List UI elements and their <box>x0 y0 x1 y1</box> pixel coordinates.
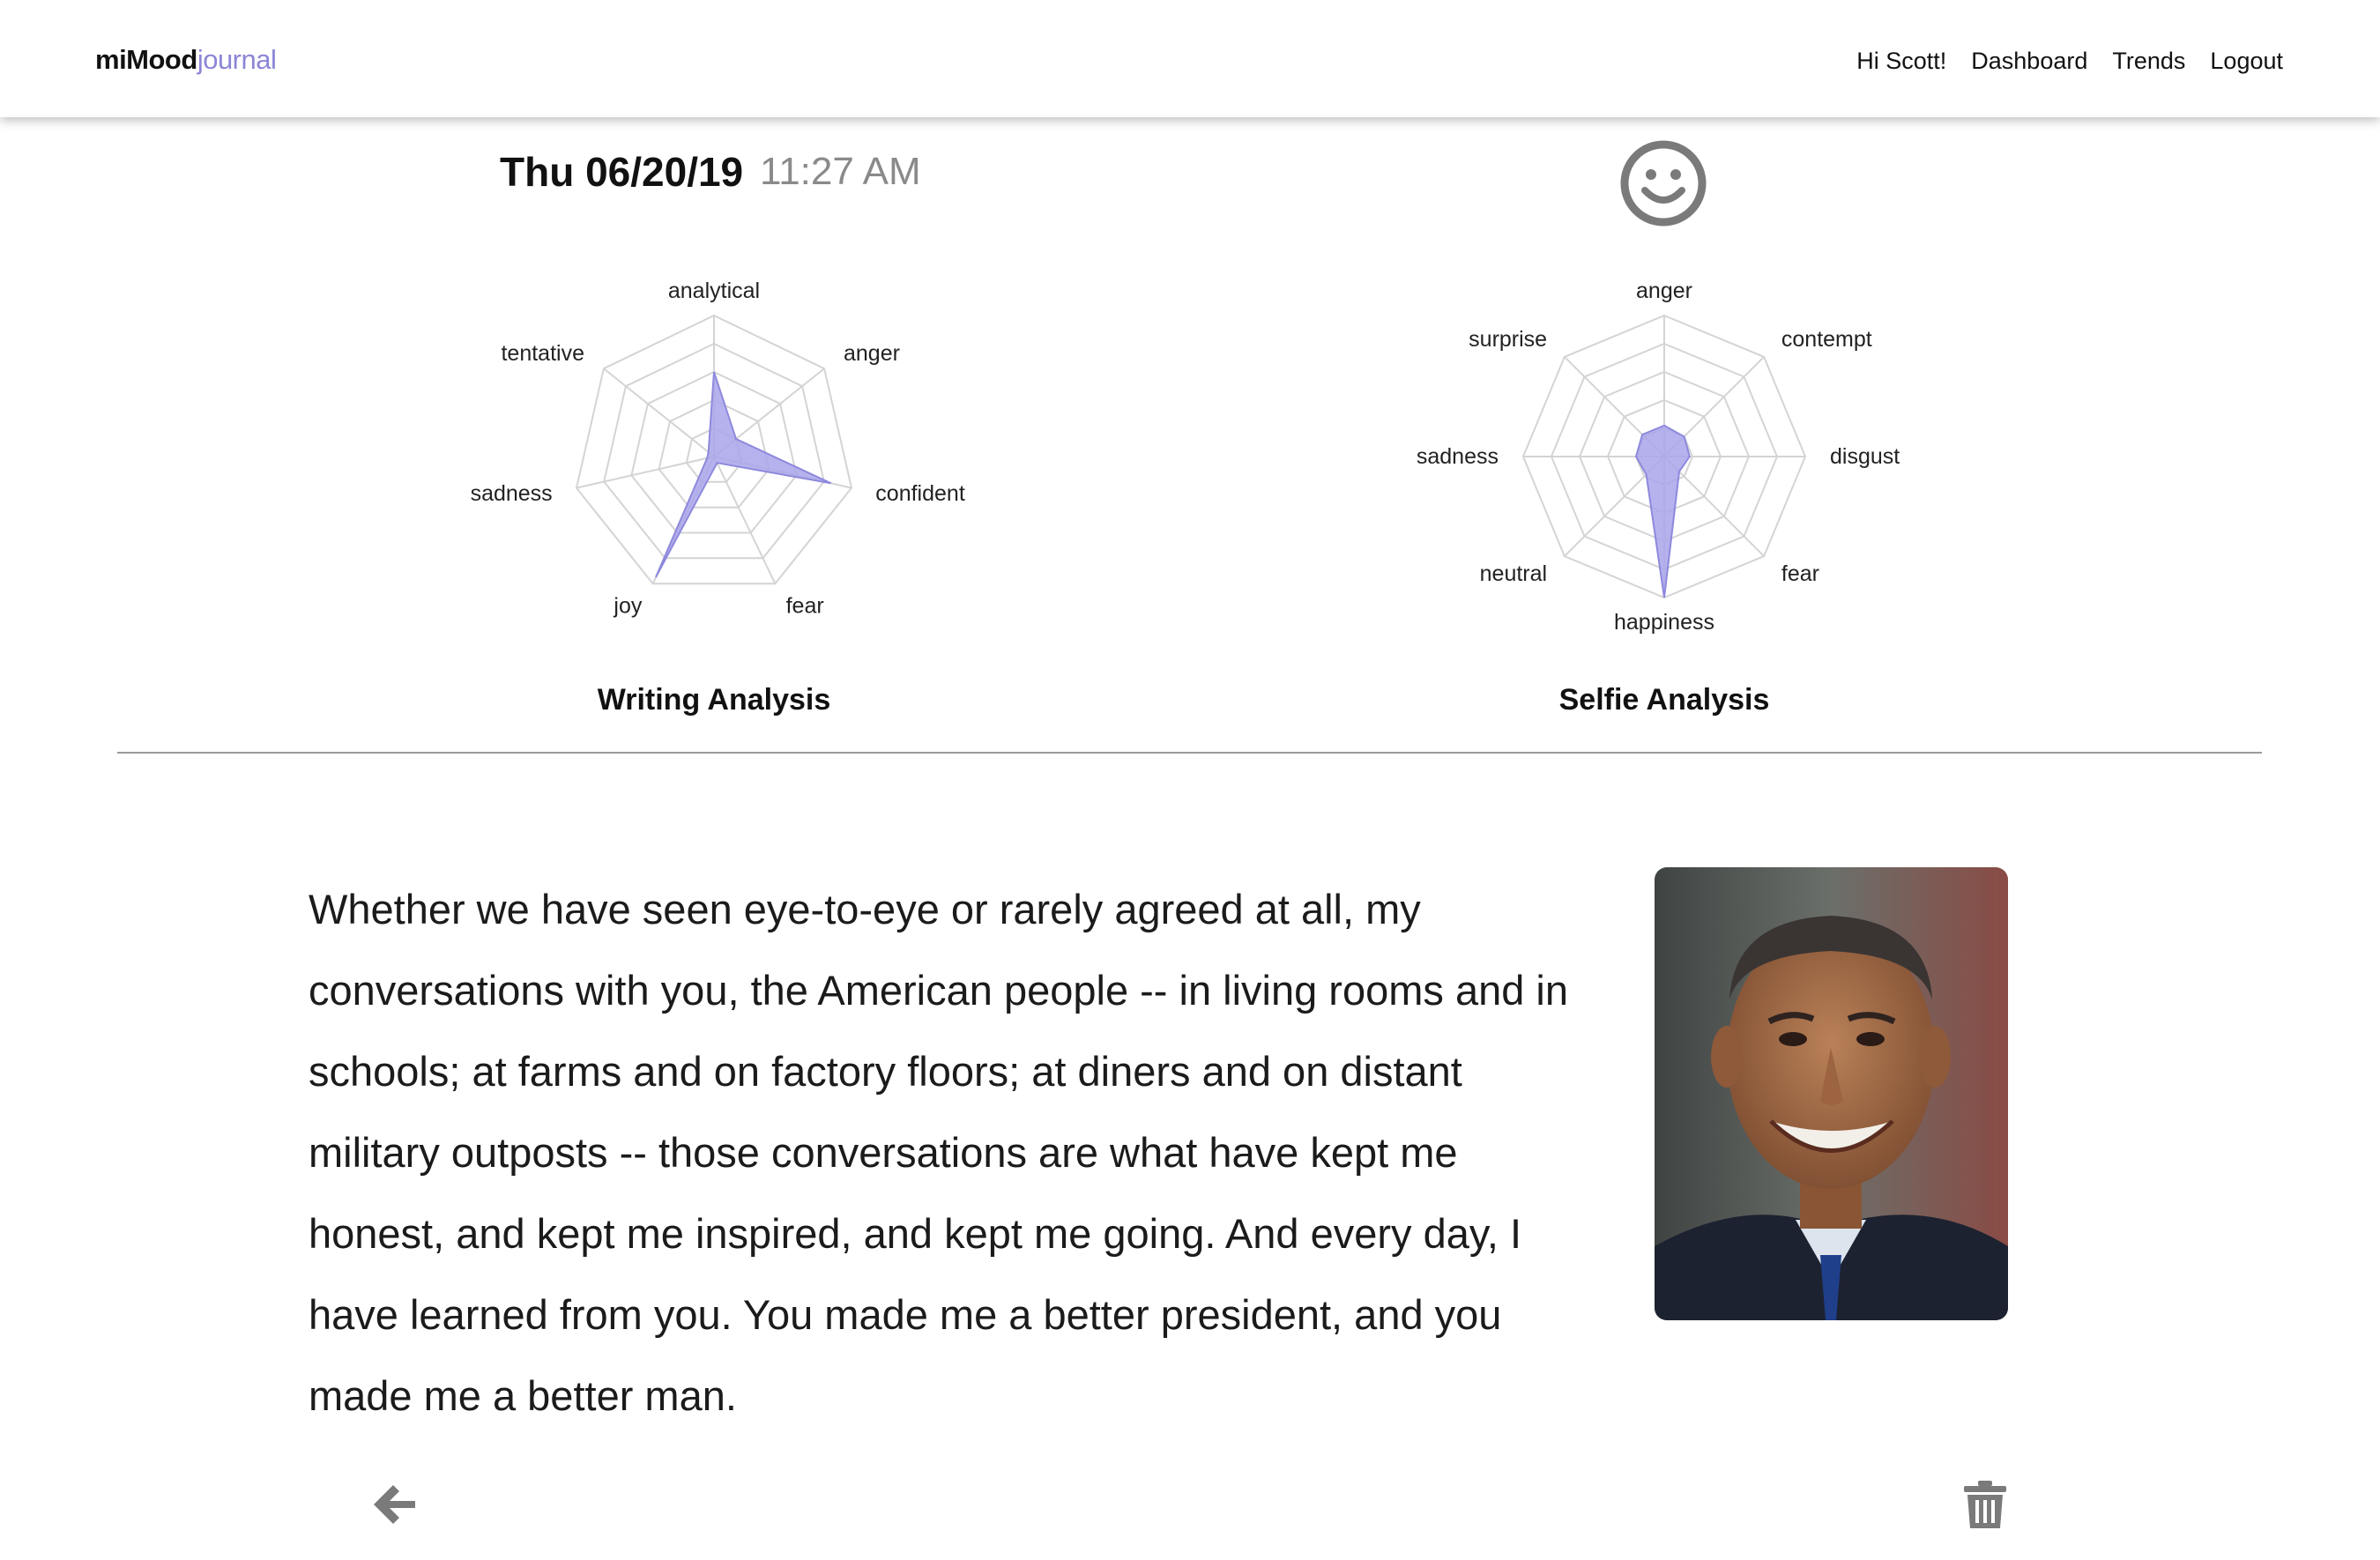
radar-axis-label: analytical <box>668 279 760 303</box>
delete-button[interactable] <box>1962 1479 2008 1530</box>
radar-axis-label: surprise <box>1469 327 1547 352</box>
journal-entry-text: Whether we have seen eye-to-eye or rarel… <box>309 886 1569 1419</box>
nav-logout-link[interactable]: Logout <box>2210 48 2283 75</box>
arrow-left-icon <box>374 1485 415 1524</box>
radar-axis-label: fear <box>786 593 824 618</box>
nav-greeting[interactable]: Hi Scott! <box>1856 48 1946 75</box>
back-button[interactable] <box>368 1479 420 1530</box>
radar-axis-label: anger <box>1636 279 1692 303</box>
brand-journal: journal <box>197 44 277 75</box>
selfie-photo <box>1655 867 2008 1320</box>
nav-dashboard-link[interactable]: Dashboard <box>1971 48 2087 75</box>
radar-axis-label: fear <box>1781 561 1819 586</box>
radar-axis-label: anger <box>844 341 900 366</box>
nav-links: Hi Scott! Dashboard Trends Logout <box>1856 48 2283 75</box>
brand-logo[interactable]: miMoodjournal <box>95 44 277 76</box>
selfie-portrait-image <box>1655 867 2008 1320</box>
radar-axis-label: confident <box>875 481 965 506</box>
selfie-analysis-chart: anger contempt disgust fear happiness neutral… <box>1391 264 1937 635</box>
brand-mood: miMood <box>95 44 197 75</box>
radar-axis-label: sadness <box>1417 444 1499 469</box>
radar-series-area <box>1634 424 1691 598</box>
radar-axis-label: neutral <box>1480 561 1547 586</box>
writing-analysis-chart: analytical anger confident fear joy sadness te… <box>441 264 987 635</box>
selfie-analysis-title: Selfie Analysis <box>1558 683 1770 717</box>
radar-axis-label: joy <box>613 593 642 618</box>
writing-analysis-title: Writing Analysis <box>597 683 831 717</box>
writing-radar-svg: analytical anger confident fear joy sadness te… <box>471 279 965 618</box>
entry-time: 11:27 AM <box>760 150 921 193</box>
trash-icon <box>1964 1481 2006 1528</box>
radar-axis-label: happiness <box>1614 610 1714 635</box>
selfie-radar-svg: anger contempt disgust fear happiness neutral… <box>1417 279 1900 635</box>
entry-date: Thu 06/20/19 <box>500 149 744 195</box>
radar-axis-label: contempt <box>1781 327 1872 352</box>
radar-axis-label: disgust <box>1830 444 1900 469</box>
radar-axis-line <box>713 456 777 584</box>
radar-axis-label: tentative <box>501 341 584 366</box>
radar-axis-label: sadness <box>471 481 553 506</box>
smiley-face-icon <box>1619 139 1707 227</box>
section-divider <box>117 752 2262 754</box>
nav-trends-link[interactable]: Trends <box>2112 48 2185 75</box>
navbar: miMoodjournal Hi Scott! Dashboard Trends… <box>0 0 2380 117</box>
